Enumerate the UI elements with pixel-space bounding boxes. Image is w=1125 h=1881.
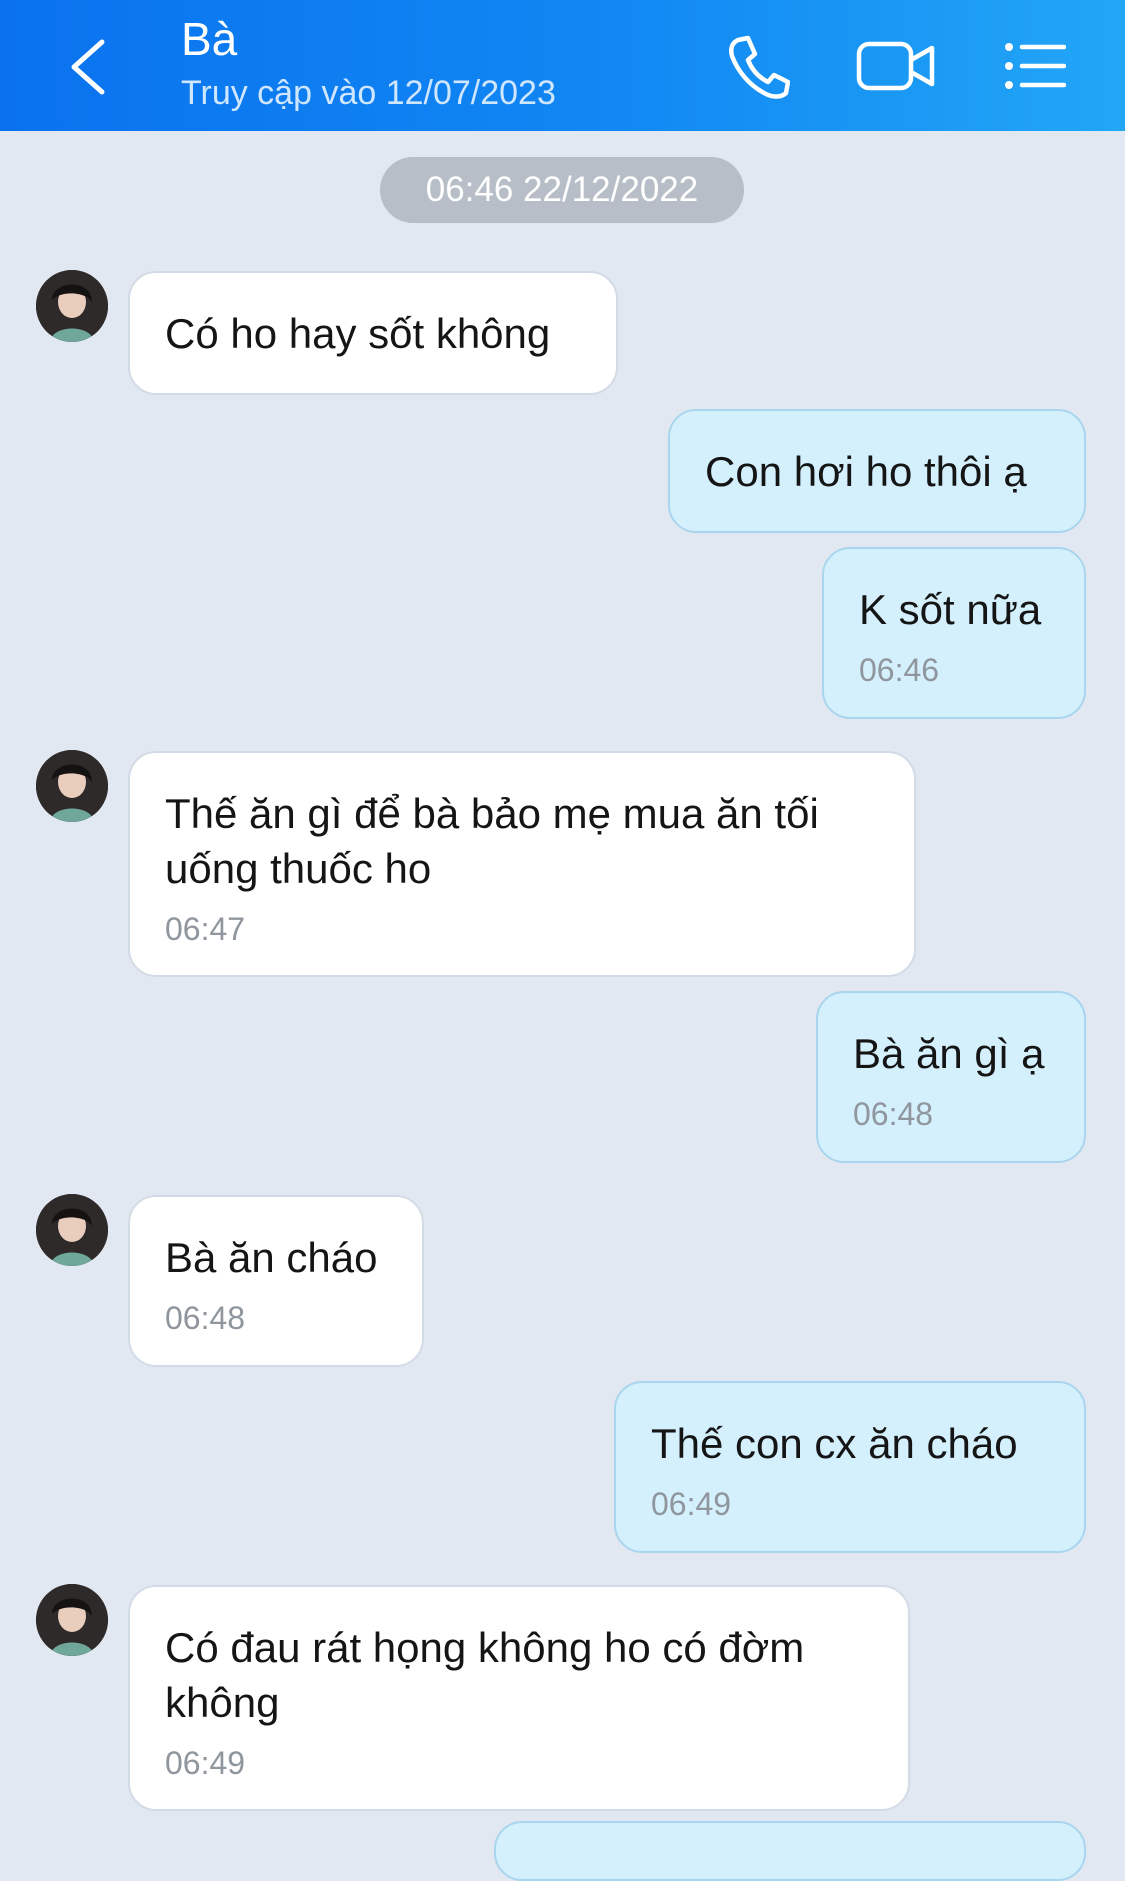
menu-list-icon[interactable] [1004, 30, 1066, 102]
message-bubble-incoming[interactable]: Có ho hay sốt không [128, 271, 618, 395]
message-bubble-outgoing[interactable]: Thế con cx ăn cháo 06:49 [614, 1381, 1086, 1553]
message-text: Bà ăn gì ạ [853, 1030, 1045, 1077]
avatar[interactable] [36, 1584, 108, 1656]
message-bubble-incoming[interactable]: Có đau rát họng không ho có đờm không 06… [128, 1585, 910, 1811]
message-text-line: Có đau rát họng không ho có đờm [165, 1624, 805, 1671]
avatar[interactable] [36, 270, 108, 342]
message-time: 06:46 [859, 652, 940, 688]
message-text: K sốt nữa [859, 586, 1042, 633]
message-text-line: Thế ăn gì để bà bảo mẹ mua ăn tối [165, 790, 819, 837]
message-time: 06:48 [165, 1300, 246, 1336]
message-text-line: không [165, 1679, 280, 1726]
message-bubble-outgoing[interactable]: Con hơi ho thôi ạ [668, 409, 1086, 533]
date-separator: 06:46 22/12/2022 [380, 157, 744, 223]
back-icon[interactable] [64, 38, 114, 96]
message-time: 06:47 [165, 911, 246, 947]
message-bubble-outgoing-partial[interactable] [494, 1821, 1086, 1881]
message-text: Có ho hay sốt không [165, 310, 551, 357]
message-text-line: uống thuốc ho [165, 845, 432, 892]
message-bubble-outgoing[interactable]: K sốt nữa 06:46 [822, 547, 1086, 719]
chat-header: Bà Truy cập vào 12/07/2023 [0, 0, 1125, 131]
message-bubble-incoming[interactable]: Bà ăn cháo 06:48 [128, 1195, 424, 1367]
avatar[interactable] [36, 750, 108, 822]
phone-icon[interactable] [724, 30, 790, 102]
video-call-icon[interactable] [856, 30, 936, 102]
message-time: 06:49 [165, 1745, 246, 1781]
avatar[interactable] [36, 1194, 108, 1266]
contact-name[interactable]: Bà [181, 12, 237, 66]
last-seen-status: Truy cập vào 12/07/2023 [181, 74, 556, 112]
message-text: Bà ăn cháo [165, 1234, 378, 1281]
message-bubble-outgoing[interactable]: Bà ăn gì ạ 06:48 [816, 991, 1086, 1163]
message-bubble-incoming[interactable]: Thế ăn gì để bà bảo mẹ mua ăn tối uống t… [128, 751, 916, 977]
message-text: Thế con cx ăn cháo [651, 1420, 1018, 1467]
message-text: Con hơi ho thôi ạ [705, 448, 1027, 495]
message-time: 06:48 [853, 1096, 934, 1132]
message-time: 06:49 [651, 1486, 732, 1522]
